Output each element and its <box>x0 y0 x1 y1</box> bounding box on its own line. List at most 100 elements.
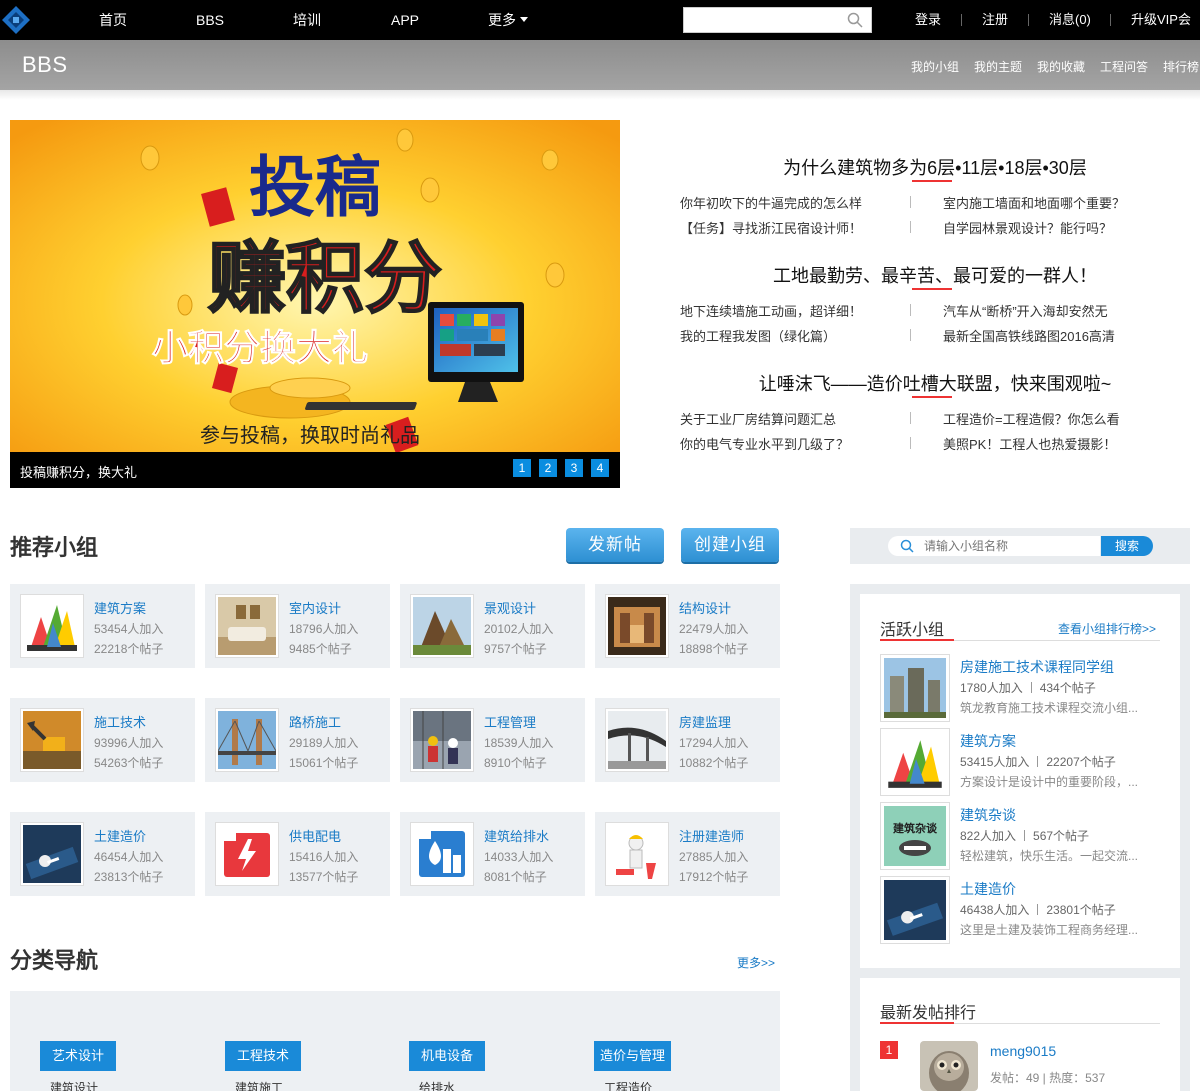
group-search-input[interactable] <box>924 538 1094 554</box>
active-group-name[interactable]: 建筑杂谈 <box>960 805 1016 825</box>
topic-link[interactable]: 地下连续墙施工动画，超详细！ <box>680 301 862 320</box>
carousel-dot-2[interactable]: 2 <box>539 459 557 477</box>
carousel-dot-4[interactable]: 4 <box>591 459 609 477</box>
vip-link[interactable]: 升级VIP会员 <box>1131 0 1200 67</box>
nav-training[interactable]: 培训 <box>282 0 332 40</box>
group-card[interactable]: 土建造价 46454人加入 23813个帖子 <box>10 812 195 896</box>
category-sublink[interactable]: 建筑设计 <box>50 1079 98 1091</box>
water-icon[interactable] <box>410 822 474 886</box>
my-favorites-link[interactable]: 我的收藏 <box>1037 58 1085 75</box>
topic-link[interactable]: 汽车从“断桥”开入海却安然无 <box>943 301 1108 320</box>
topic-link[interactable]: 室内施工墙面和地面哪个重要？ <box>943 193 1125 212</box>
interior-icon[interactable] <box>215 594 279 658</box>
group-card[interactable]: 建筑方案 53454人加入 22218个帖子 <box>10 584 195 668</box>
category-sublink[interactable]: 建筑施工 <box>235 1079 283 1091</box>
zatan-logo-icon[interactable]: 建筑杂谈 <box>880 802 950 870</box>
group-card[interactable]: 注册建造师 27885人加入 17912个帖子 <box>595 812 780 896</box>
bridge-icon[interactable] <box>215 708 279 772</box>
structure-icon[interactable] <box>605 594 669 658</box>
group-card[interactable]: 工程管理 18539人加入 8910个帖子 <box>400 698 585 782</box>
group-name[interactable]: 景观设计 <box>484 598 536 617</box>
my-groups-link[interactable]: 我的小组 <box>911 58 959 75</box>
group-search-button[interactable]: 搜索 <box>1101 536 1153 556</box>
group-name[interactable]: 土建造价 <box>94 826 146 845</box>
group-name[interactable]: 工程管理 <box>484 712 536 731</box>
group-name[interactable]: 结构设计 <box>679 598 731 617</box>
ranking-link[interactable]: 排行榜 <box>1163 58 1199 75</box>
topic-link[interactable]: 美照PK！工程人也热爱摄影！ <box>943 434 1116 453</box>
category-more-link[interactable]: 更多>> <box>737 954 775 971</box>
site-logo[interactable] <box>0 4 32 36</box>
group-card[interactable]: 路桥施工 29189人加入 15061个帖子 <box>205 698 390 782</box>
nav-home[interactable]: 首页 <box>88 0 138 40</box>
excavator-icon[interactable] <box>20 708 84 772</box>
login-link[interactable]: 登录 <box>915 0 941 40</box>
building-art-icon[interactable] <box>880 728 950 796</box>
builder-icon[interactable] <box>605 822 669 886</box>
group-name[interactable]: 供电配电 <box>289 826 341 845</box>
group-name[interactable]: 房建监理 <box>679 712 731 731</box>
category-tag-tech[interactable]: 工程技术 <box>225 1041 302 1071</box>
group-name[interactable]: 路桥施工 <box>289 712 341 731</box>
group-card[interactable]: 景观设计 20102人加入 9757个帖子 <box>400 584 585 668</box>
group-name[interactable]: 建筑给排水 <box>484 826 549 845</box>
active-group-name[interactable]: 房建施工技术课程同学组 <box>960 657 1114 677</box>
topic-link[interactable]: 我的工程我发图（绿化篇） <box>680 326 836 345</box>
topic-link[interactable]: 【任务】寻找浙江民宿设计师！ <box>680 218 862 237</box>
bbs-title[interactable]: BBS <box>22 52 68 78</box>
category-tag-art[interactable]: 艺术设计 <box>40 1041 117 1071</box>
new-post-button[interactable]: 发新帖 <box>566 528 664 562</box>
topic-link[interactable]: 最新全国高铁线路图2016高清 <box>943 326 1115 345</box>
topic-link[interactable]: 你的电气专业水平到几级了？ <box>680 434 849 453</box>
topic-link[interactable]: 自学园林景观设计？能行吗？ <box>943 218 1112 237</box>
topic-link[interactable]: 工程造价=工程造假？你怎么看 <box>943 409 1120 428</box>
nav-app[interactable]: APP <box>380 0 430 40</box>
group-card[interactable]: 结构设计 22479人加入 18898个帖子 <box>595 584 780 668</box>
site-photo-icon[interactable] <box>880 654 950 722</box>
calculator-icon[interactable] <box>20 822 84 886</box>
overpass-icon[interactable] <box>605 708 669 772</box>
top-search-input[interactable] <box>684 8 844 32</box>
group-name[interactable]: 施工技术 <box>94 712 146 731</box>
group-name[interactable]: 注册建造师 <box>679 826 744 845</box>
category-tag-cost[interactable]: 造价与管理 <box>594 1041 672 1071</box>
group-name[interactable]: 建筑方案 <box>94 598 146 617</box>
active-group-name[interactable]: 土建造价 <box>960 879 1016 899</box>
power-icon[interactable] <box>215 822 279 886</box>
group-card[interactable]: 供电配电 15416人加入 13577个帖子 <box>205 812 390 896</box>
my-topics-link[interactable]: 我的主题 <box>974 58 1022 75</box>
create-group-button[interactable]: 创建小组 <box>681 528 779 562</box>
group-name[interactable]: 室内设计 <box>289 598 341 617</box>
workers-icon[interactable] <box>410 708 474 772</box>
topic-link[interactable]: 关于工业厂房结算问题汇总 <box>680 409 836 428</box>
rank-username[interactable]: meng9015 <box>990 1043 1056 1059</box>
search-icon[interactable] <box>847 12 863 28</box>
topic-headline[interactable]: 为什么建筑物多为6层•11层•18层•30层 <box>680 154 1190 180</box>
category-tag-mep[interactable]: 机电设备 <box>409 1041 486 1071</box>
topic-headline[interactable]: 工地最勤劳、最辛苦、最可爱的一群人！ <box>680 262 1190 288</box>
building-art-icon[interactable] <box>20 594 84 658</box>
register-link[interactable]: 注册 <box>982 0 1008 40</box>
active-group-name[interactable]: 建筑方案 <box>960 731 1016 751</box>
messages-link[interactable]: 消息(0) <box>1049 0 1091 40</box>
group-card[interactable]: 施工技术 93996人加入 54263个帖子 <box>10 698 195 782</box>
topic-headline[interactable]: 让唾沫飞——造价吐槽大联盟，快来围观啦~ <box>680 370 1190 396</box>
calculator-icon[interactable] <box>880 876 950 944</box>
carousel-dot-1[interactable]: 1 <box>513 459 531 477</box>
banner-caption[interactable]: 投稿赚积分，换大礼 <box>20 462 137 481</box>
group-card[interactable]: 房建监理 17294人加入 10882个帖子 <box>595 698 780 782</box>
carousel-dot-3[interactable]: 3 <box>565 459 583 477</box>
group-card[interactable]: 建筑给排水 14033人加入 8081个帖子 <box>400 812 585 896</box>
landscape-icon[interactable] <box>410 594 474 658</box>
category-sublink[interactable]: 给排水 <box>419 1079 455 1091</box>
group-card[interactable]: 室内设计 18796人加入 9485个帖子 <box>205 584 390 668</box>
qa-link[interactable]: 工程问答 <box>1100 58 1148 75</box>
avatar[interactable] <box>920 1041 978 1091</box>
nav-bbs[interactable]: BBS <box>185 0 235 40</box>
banner-image[interactable]: 投稿 赚积分 小积分换大礼 参与投稿，换取时尚礼品 <box>10 120 620 452</box>
nav-more[interactable]: 更多 <box>478 0 538 40</box>
group-ranking-link[interactable]: 查看小组排行榜>> <box>1058 620 1156 637</box>
category-sublink[interactable]: 工程造价 <box>604 1079 652 1091</box>
topic-link[interactable]: 你年初吹下的牛逼完成的怎么样 <box>680 193 862 212</box>
banner-carousel[interactable]: 投稿 赚积分 小积分换大礼 参与投稿，换取时尚礼品 投稿赚积分，换大礼 1 2 … <box>10 120 620 488</box>
